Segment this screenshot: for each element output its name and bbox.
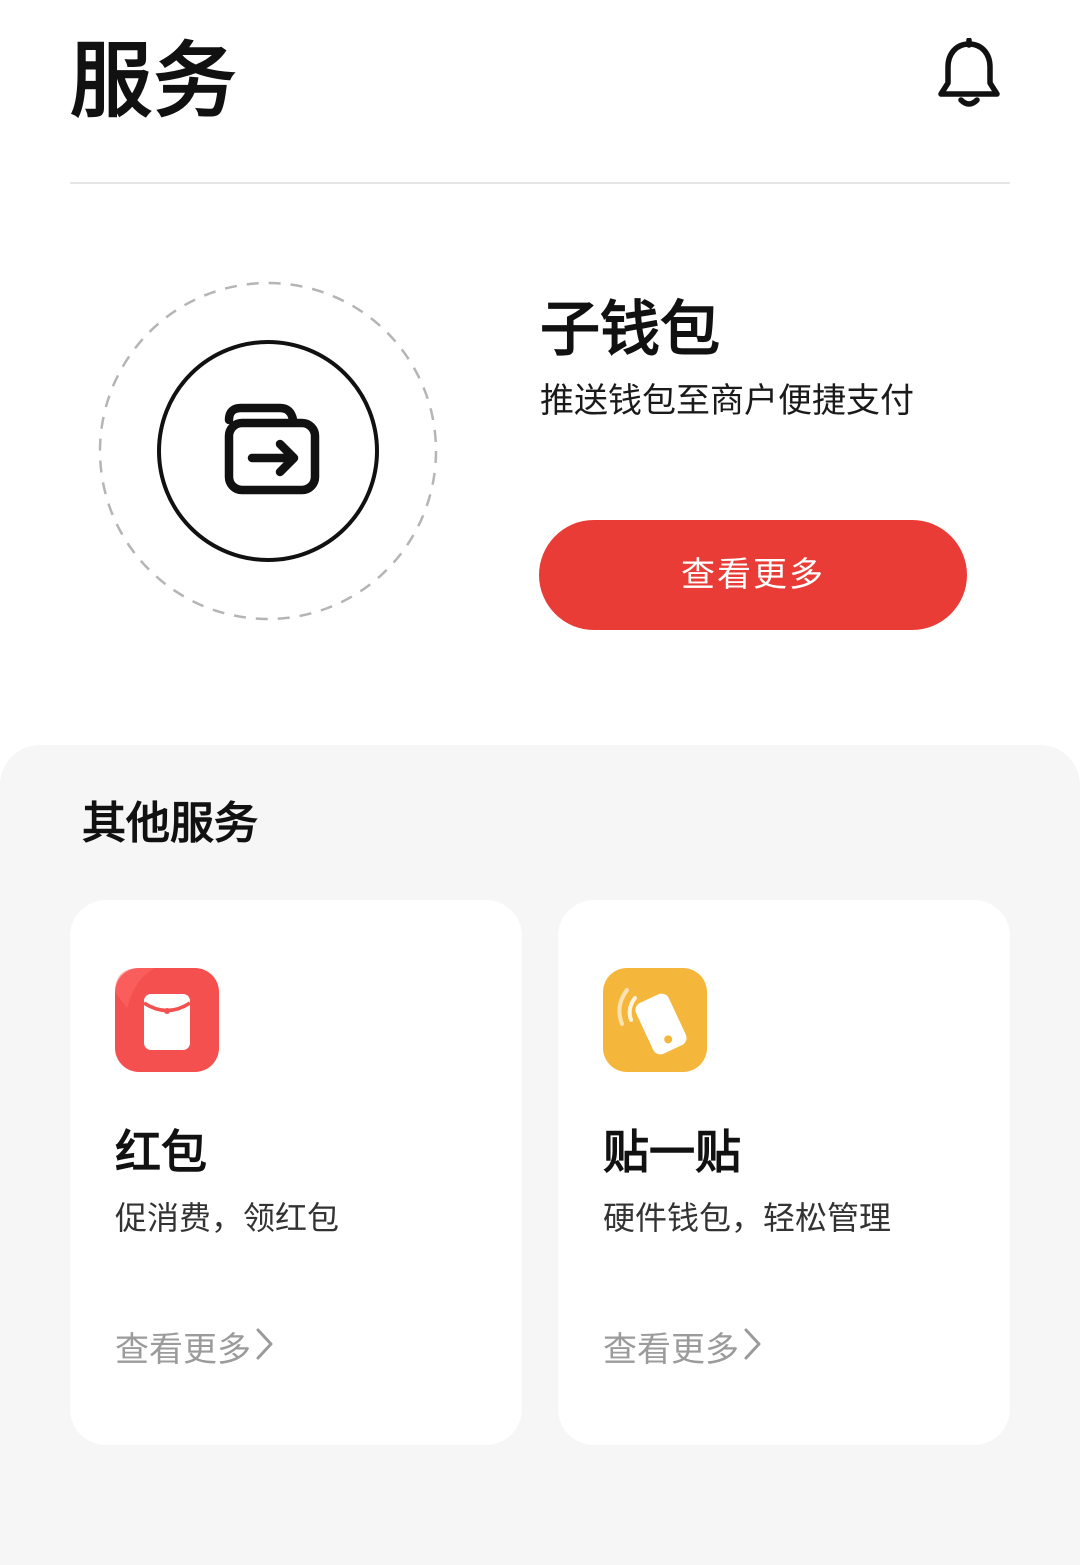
page-title: 服务 [70,34,239,129]
red-envelope-view-more-link[interactable]: 查看更多 [115,1326,275,1374]
header-divider [70,182,1010,184]
view-more-label: 查看更多 [115,1330,251,1370]
tap-description: 硬件钱包，轻松管理 [603,1199,892,1237]
tap-phone-icon [603,968,707,1072]
red-envelope-card[interactable]: 红包 促消费，领红包 查看更多 [70,900,522,1445]
tap-title: 贴一贴 [603,1125,741,1179]
chevron-right-icon [253,1326,275,1374]
tap-card[interactable]: 贴一贴 硬件钱包，轻松管理 查看更多 [558,900,1010,1445]
tap-view-more-link[interactable]: 查看更多 [603,1326,763,1374]
red-envelope-description: 促消费，领红包 [115,1199,340,1237]
sub-wallet-subtitle: 推送钱包至商户便捷支付 [540,381,914,421]
view-more-label: 查看更多 [603,1330,739,1370]
red-envelope-icon [115,968,219,1072]
sub-wallet-title: 子钱包 [540,295,720,365]
sub-wallet-graphic [97,280,439,622]
other-services-title: 其他服务 [82,798,258,849]
chevron-right-icon [741,1326,763,1374]
red-envelope-title: 红包 [115,1125,207,1179]
bell-icon[interactable] [936,37,1002,112]
view-more-button[interactable]: 查看更多 [539,520,967,630]
